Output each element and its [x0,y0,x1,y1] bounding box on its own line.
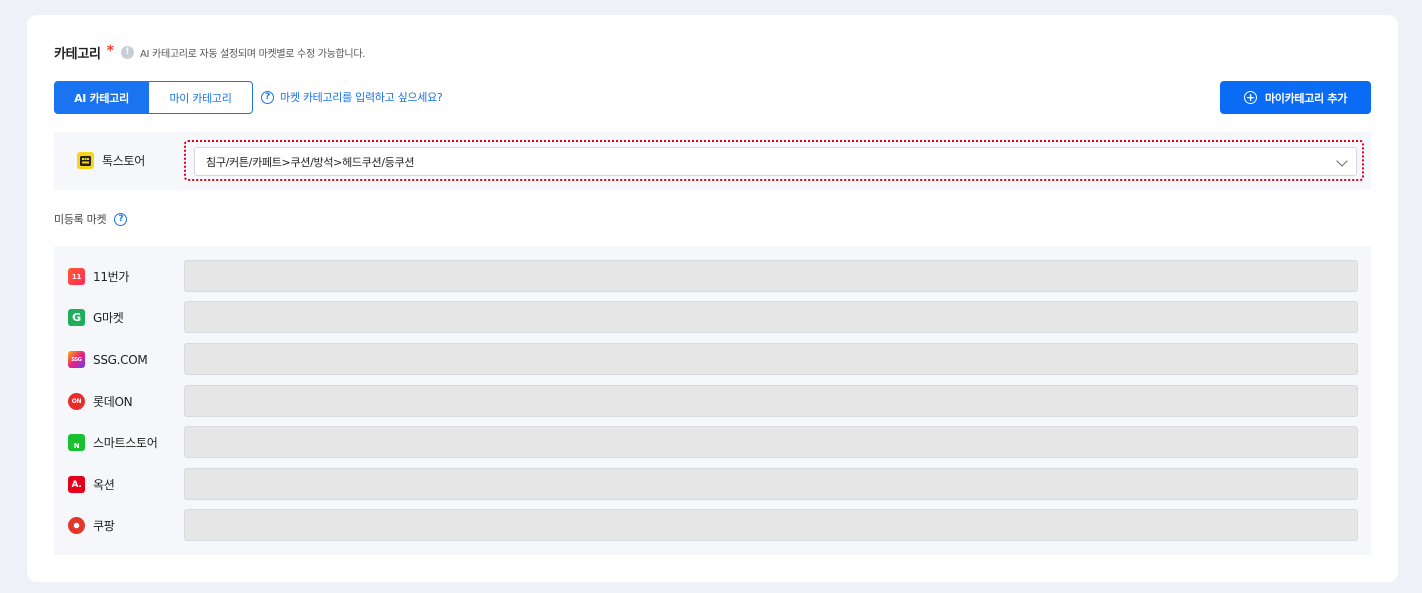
market-label: SSG SSG.COM [68,351,148,368]
chevron-down-icon [1336,155,1348,167]
tab-my-category[interactable]: 마이 카테고리 [149,81,253,114]
help-link-text: 마켓 카테고리를 입력하고 싶으세요? [280,91,443,104]
market-category-field-gmarket [184,301,1358,333]
hint-text: AI 카테고리로 자동 설정되며 마켓별로 수정 가능합니다. [139,48,366,60]
unregistered-markets-label: 미등록 마켓 [54,213,107,226]
tosstore-logo-icon [77,152,94,169]
question-icon[interactable]: ? [114,212,128,226]
market-category-field-11st [184,260,1358,292]
market-label: ON 롯데ON [68,393,133,410]
market-row-auction: A. 옥션 [54,468,1371,502]
market-label: N 스마트스토어 [68,434,158,451]
plus-circle-icon: + [1243,91,1257,104]
add-my-category-label: 마이카테고리 추가 [1264,91,1348,105]
market-name: 11번가 [93,270,130,284]
market-name: 롯데ON [93,395,133,409]
market-label: 쿠팡 [68,517,115,534]
market-row-11st: 11 11번가 [54,260,1371,294]
market-category-help-link[interactable]: ? 마켓 카테고리를 입력하고 싶으세요? [261,89,443,105]
highlighted-category-select: 침구/커튼/카페트>쿠션/방석>헤드쿠션/등쿠션 [184,140,1364,181]
market-name: 스마트스토어 [93,436,158,450]
gmarket-logo-icon: G [68,309,85,326]
market-name: G마켓 [93,311,124,325]
lotteon-logo-icon: ON [68,393,85,410]
smartstore-logo-icon: N [68,434,85,451]
required-mark: * [106,42,114,59]
info-icon: ! [120,45,134,59]
category-header: 카테고리 * ! AI 카테고리로 자동 설정되며 마켓별로 수정 가능합니다. [54,42,366,62]
auction-logo-icon: A. [68,476,85,493]
registered-market-label: 톡스토어 [77,152,145,169]
ssg-logo-icon: SSG [68,351,85,368]
market-label: 11 11번가 [68,268,129,285]
unregistered-markets-list: 11 11번가 G G마켓 SSG SSG.COM ON 롯데ON N 스마트스… [54,246,1371,555]
market-name: 쿠팡 [93,519,115,533]
category-card: 카테고리 * ! AI 카테고리로 자동 설정되며 마켓별로 수정 가능합니다.… [27,15,1398,582]
market-name: SSG.COM [93,352,148,367]
market-category-field-ssg [184,343,1358,375]
market-category-field-auction [184,468,1358,500]
market-category-field-smartstore [184,426,1358,458]
coupang-logo-icon [68,517,85,534]
market-category-field-lotteon [184,385,1358,417]
selected-category-value: 침구/커튼/카페트>쿠션/방석>헤드쿠션/등쿠션 [206,155,415,169]
market-row-lotteon: ON 롯데ON [54,385,1371,419]
market-row-ssg: SSG SSG.COM [54,343,1371,377]
market-row-smartstore: N 스마트스토어 [54,426,1371,460]
add-my-category-button[interactable]: + 마이카테고리 추가 [1220,81,1371,114]
category-select[interactable]: 침구/커튼/카페트>쿠션/방석>헤드쿠션/등쿠션 [194,147,1357,176]
unregistered-markets-header: 미등록 마켓 ? [54,211,128,227]
category-tabs: AI 카테고리 마이 카테고리 [54,81,253,114]
11st-logo-icon: 11 [68,268,85,285]
question-icon: ? [261,90,274,104]
market-category-field-coupang [184,509,1358,541]
tab-ai-category[interactable]: AI 카테고리 [54,81,149,114]
registered-market-name: 톡스토어 [102,154,145,168]
market-label: A. 옥션 [68,476,115,493]
market-row-gmarket: G G마켓 [54,301,1371,335]
section-title: 카테고리 [54,46,101,62]
market-row-coupang: 쿠팡 [54,509,1371,543]
market-name: 옥션 [93,478,115,492]
market-label: G G마켓 [68,309,124,326]
